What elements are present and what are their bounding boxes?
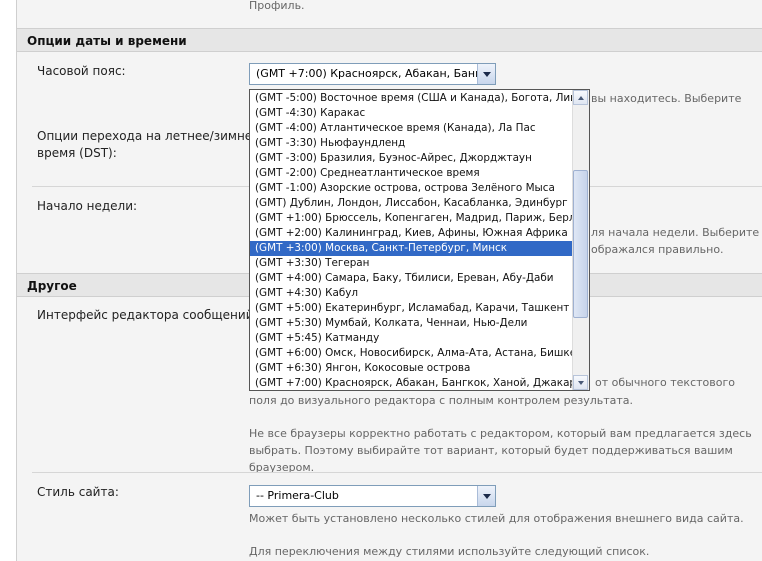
scroll-up-button[interactable] [573, 90, 588, 105]
timezone-option[interactable]: (GMT -3:30) Ньюфаундленд [250, 136, 589, 151]
timezone-dropdown-list[interactable]: (GMT -5:00) Восточное время (США и Канад… [249, 89, 590, 391]
timezone-option[interactable]: (GMT +1:00) Брюссель, Копенгаген, Мадрид… [250, 211, 589, 226]
style-hint-line2: Для переключения между стилями используй… [249, 545, 650, 558]
editor-hint-line3: Не все браузеры корректно работать с ред… [249, 427, 752, 440]
timezone-option[interactable]: (GMT +6:00) Омск, Новосибирск, Алма-Ата,… [250, 346, 589, 361]
dst-label-line1: Опции перехода на летнее/зимнее [37, 129, 260, 143]
timezone-option[interactable]: (GMT) Дублин, Лондон, Лиссабон, Касаблан… [250, 196, 589, 211]
site-style-dropdown-button[interactable] [477, 486, 495, 506]
timezone-option[interactable]: (GMT +2:00) Калининград, Киев, Афины, Юж… [250, 226, 589, 241]
timezone-hint: вы находитесь. Выберите [591, 92, 742, 105]
week-start-label: Начало недели: [37, 199, 138, 213]
timezone-options: (GMT -5:00) Восточное время (США и Канад… [250, 90, 589, 390]
dst-label-line2: время (DST): [37, 146, 117, 160]
timezone-select-value: (GMT +7:00) Красноярск, Абакан, Бангкок,… [256, 67, 495, 80]
timezone-option[interactable]: (GMT -2:00) Среднеатлантическое время [250, 166, 589, 181]
site-style-select[interactable]: -- Primera-Club [249, 485, 496, 507]
scrollbar-thumb[interactable] [573, 170, 588, 318]
timezone-option[interactable]: (GMT -5:00) Восточное время (США и Канад… [250, 91, 589, 106]
timezone-option[interactable]: (GMT -1:00) Азорские острова, острова Зе… [250, 181, 589, 196]
site-style-select-value: -- Primera-Club [256, 489, 339, 502]
divider [32, 472, 762, 473]
chevron-down-icon [577, 380, 584, 385]
editor-hint-line4: выбрать. Поэтому выбирайте тот вариант, … [249, 444, 733, 474]
timezone-option[interactable]: (GMT +5:00) Екатеринбург, Исламабад, Кар… [250, 301, 589, 316]
timezone-dropdown-button[interactable] [477, 64, 495, 84]
timezone-option[interactable]: (GMT +5:45) Катманду [250, 331, 589, 346]
profile-hint: Профиль. [249, 0, 305, 12]
chevron-up-icon [577, 95, 584, 100]
dst-label: Опции перехода на летнее/зимнее время (D… [37, 128, 260, 162]
style-label: Стиль сайта: [37, 485, 119, 499]
editor-hint-line1: от обычного текстового [595, 376, 735, 389]
timezone-option[interactable]: (GMT +6:30) Янгон, Кокосовые острова [250, 361, 589, 376]
style-hint-line1: Может быть установлено несколько стилей … [249, 512, 744, 525]
timezone-select[interactable]: (GMT +7:00) Красноярск, Абакан, Бангкок,… [249, 63, 496, 85]
timezone-option[interactable]: (GMT +3:30) Тегеран [250, 256, 589, 271]
timezone-option[interactable]: (GMT +7:00) Красноярск, Абакан, Бангкок,… [250, 376, 589, 390]
timezone-option[interactable]: (GMT +5:30) Мумбай, Колката, Ченнаи, Нью… [250, 316, 589, 331]
chevron-down-icon [482, 493, 491, 499]
timezone-option[interactable]: (GMT +4:30) Кабул [250, 286, 589, 301]
dropdown-scrollbar[interactable] [572, 90, 589, 390]
editor-hint-line2: поля до визуального редактора с полным к… [249, 394, 634, 407]
chevron-down-icon [482, 71, 491, 77]
timezone-option[interactable]: (GMT +3:00) Москва, Санкт-Петербург, Мин… [250, 241, 589, 256]
section-datetime-title: Опции даты и времени [17, 28, 762, 52]
timezone-option[interactable]: (GMT -3:00) Бразилия, Буэнос-Айрес, Джор… [250, 151, 589, 166]
scroll-down-button[interactable] [573, 375, 588, 390]
timezone-option[interactable]: (GMT -4:30) Каракас [250, 106, 589, 121]
week-start-hint-line2: ображался правильно. [591, 243, 724, 256]
editor-label: Интерфейс редактора сообщений: [37, 308, 258, 322]
timezone-option[interactable]: (GMT -4:00) Атлантическое время (Канада)… [250, 121, 589, 136]
timezone-option[interactable]: (GMT +4:00) Самара, Баку, Тбилиси, Ерева… [250, 271, 589, 286]
timezone-label: Часовой пояс: [37, 64, 126, 78]
week-start-hint-line1: ля начала недели. Выберите [591, 226, 760, 239]
